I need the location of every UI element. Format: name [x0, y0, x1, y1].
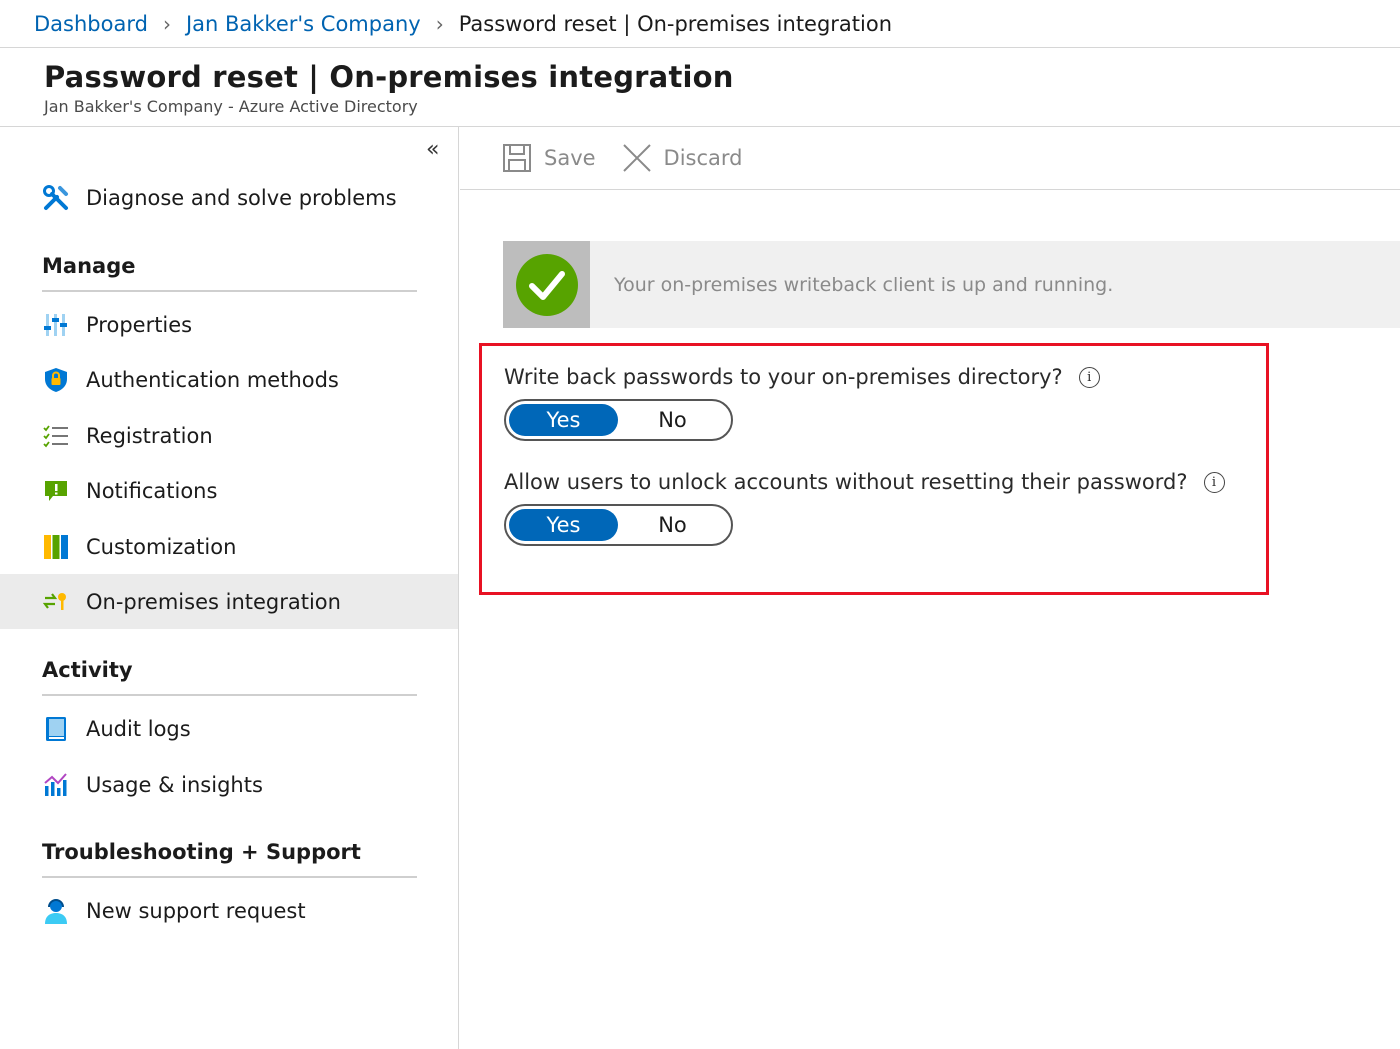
properties-icon: [42, 311, 70, 339]
close-icon: [622, 144, 651, 172]
sidebar-item-label: Authentication methods: [86, 367, 339, 392]
book-icon: [42, 715, 70, 743]
unlock-toggle[interactable]: Yes No: [504, 504, 733, 546]
section-troubleshooting-support: Troubleshooting + Support: [42, 840, 417, 878]
writeback-question: Write back passwords to your on-premises…: [504, 365, 1100, 389]
sidebar-item-authentication-methods[interactable]: Authentication methods: [0, 352, 458, 407]
breadcrumb-current: Password reset | On-premises integration: [458, 11, 893, 36]
sidebar-item-usage-insights[interactable]: Usage & insights: [0, 757, 458, 812]
unlock-question-label: Allow users to unlock accounts without r…: [504, 470, 1188, 494]
writeback-question-label: Write back passwords to your on-premises…: [504, 365, 1063, 389]
sync-key-icon: [42, 588, 70, 616]
save-icon: [503, 144, 531, 172]
sidebar-item-audit-logs[interactable]: Audit logs: [0, 701, 458, 756]
section-manage: Manage: [42, 254, 417, 292]
checklist-icon: [42, 422, 70, 450]
page-title: Password reset | On-premises integration: [44, 60, 734, 94]
success-checkmark-icon: [503, 241, 590, 328]
sidebar-item-diagnose[interactable]: Diagnose and solve problems: [0, 170, 458, 225]
breadcrumb-dashboard-link[interactable]: Dashboard: [34, 12, 148, 36]
sidebar-item-label: Audit logs: [86, 716, 191, 741]
page-subtitle: Jan Bakker's Company - Azure Active Dire…: [44, 97, 418, 116]
sidebar-item-notifications[interactable]: Notifications: [0, 463, 458, 518]
chart-icon: [42, 771, 70, 799]
unlock-question: Allow users to unlock accounts without r…: [504, 470, 1225, 494]
sidebar-item-label: New support request: [86, 898, 306, 923]
sidebar-item-onprem-integration[interactable]: On-premises integration: [0, 574, 458, 629]
writeback-toggle[interactable]: Yes No: [504, 399, 733, 441]
page-header: Password reset | On-premises integration…: [0, 48, 1400, 127]
shield-icon: [42, 366, 70, 394]
save-label: Save: [544, 146, 596, 170]
sidebar-item-customization[interactable]: Customization: [0, 519, 458, 574]
command-bar: Save Discard: [460, 127, 1400, 190]
breadcrumb-company-link[interactable]: Jan Bakker's Company: [186, 12, 421, 36]
sidebar-item-label: Diagnose and solve problems: [86, 185, 397, 210]
writeback-yes-option[interactable]: Yes: [509, 404, 618, 436]
info-icon[interactable]: i: [1078, 366, 1100, 388]
chevron-right-icon: ›: [162, 11, 171, 36]
sidebar-item-label: Notifications: [86, 478, 218, 503]
status-banner: Your on-premises writeback client is up …: [503, 241, 1400, 328]
sidebar-item-label: Properties: [86, 312, 193, 337]
unlock-yes-option[interactable]: Yes: [509, 509, 618, 541]
chevron-right-icon: ›: [435, 11, 444, 36]
wrench-icon: [42, 184, 70, 212]
discard-button[interactable]: Discard: [622, 143, 743, 173]
unlock-no-option[interactable]: No: [618, 509, 727, 541]
writeback-no-option[interactable]: No: [618, 404, 727, 436]
sidebar-item-label: Registration: [86, 423, 213, 448]
status-banner-text: Your on-premises writeback client is up …: [614, 273, 1114, 296]
info-icon[interactable]: i: [1203, 471, 1225, 493]
sidebar-item-registration[interactable]: Registration: [0, 408, 458, 463]
section-activity: Activity: [42, 658, 417, 696]
sidebar-item-label: Customization: [86, 534, 237, 559]
notification-icon: [42, 477, 70, 505]
sidebar-item-label: Usage & insights: [86, 772, 263, 797]
sidebar-item-properties[interactable]: Properties: [0, 297, 458, 352]
sidebar-item-label: On-premises integration: [86, 589, 341, 614]
breadcrumb: Dashboard › Jan Bakker's Company › Passw…: [0, 0, 1400, 48]
sidebar-item-new-support-request[interactable]: New support request: [0, 883, 458, 938]
sidebar: « Diagnose and solve problems Manage Pro…: [0, 127, 459, 1049]
discard-label: Discard: [663, 146, 743, 170]
customization-icon: [42, 533, 70, 561]
support-person-icon: [42, 897, 70, 925]
collapse-sidebar-icon[interactable]: «: [426, 137, 439, 162]
save-button[interactable]: Save: [502, 143, 596, 173]
